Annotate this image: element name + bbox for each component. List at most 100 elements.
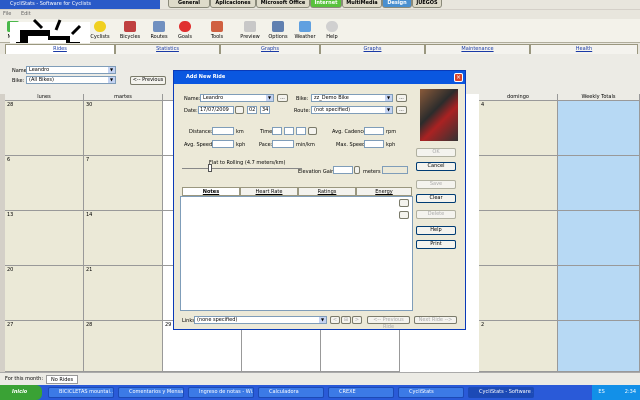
add-ride-dialog: Add New Ride × Name: Leandro ▼ ... Bike: …	[173, 70, 466, 330]
language-indicator[interactable]: ES	[598, 389, 604, 395]
terrain-slider[interactable]	[182, 168, 302, 169]
weekly-total-cell[interactable]	[558, 156, 640, 211]
day-cell[interactable]: 2	[479, 321, 558, 372]
bicycles-button[interactable]: Bicycles	[119, 21, 141, 40]
taskbar-item[interactable]: CycliStats	[398, 387, 464, 398]
tab-statistics[interactable]: Statistics	[115, 44, 220, 54]
avg-cadence-field[interactable]	[364, 127, 384, 135]
notes-list-icon[interactable]	[399, 211, 409, 219]
weekly-total-cell[interactable]	[558, 321, 640, 372]
day-cell[interactable]: 13	[5, 211, 84, 266]
previous-month-button[interactable]: <-- Previous	[130, 76, 166, 85]
taskbar-item[interactable]: CycliStats - Software ...	[468, 387, 534, 398]
quick-tab-microsoft-office[interactable]: Microsoft Office	[256, 0, 310, 8]
day-cell[interactable]	[479, 211, 558, 266]
bike-select[interactable]: (All Bikes) ▼	[26, 76, 116, 84]
dialog-help-button[interactable]: Help	[416, 226, 456, 235]
weekly-total-cell[interactable]	[558, 266, 640, 321]
delete-button[interactable]: Delete	[416, 210, 456, 219]
tab-heart-rate[interactable]: Heart Rate	[240, 187, 298, 196]
preview-button[interactable]: Preview	[238, 21, 262, 40]
help-button[interactable]: Help	[323, 21, 341, 40]
tab-rides[interactable]: Rides	[5, 44, 115, 54]
quick-tab-juegos[interactable]: JUEGOS	[412, 0, 442, 8]
ok-button[interactable]: OK	[416, 148, 456, 157]
tab-graphs[interactable]: Graphs	[220, 44, 320, 54]
day-cell[interactable]: 27	[5, 321, 84, 372]
tools-button[interactable]: Tools	[207, 21, 227, 40]
time-minutes-field[interactable]	[284, 127, 294, 135]
taskbar-item[interactable]: Calculadora	[258, 387, 324, 398]
ride-name-select[interactable]: Leandro ▼	[200, 94, 274, 102]
goals-button[interactable]: Goals	[175, 21, 195, 40]
link-open-icon[interactable]: ⊞	[341, 316, 351, 324]
previous-ride-button[interactable]: <-- Previous Ride	[367, 316, 410, 330]
minute-field[interactable]: 34	[260, 106, 270, 114]
day-cell[interactable]: 14	[84, 211, 163, 266]
time-seconds-field[interactable]	[296, 127, 306, 135]
quick-tab-multimedia[interactable]: MultiMedia	[342, 0, 382, 8]
day-cell[interactable]	[479, 156, 558, 211]
weekly-total-cell[interactable]	[558, 211, 640, 266]
quick-tab-design[interactable]: Design	[382, 0, 412, 8]
tab-ratings[interactable]: Ratings	[298, 187, 356, 196]
day-cell[interactable]: 20	[5, 266, 84, 321]
tab-energy[interactable]: Energy	[356, 187, 412, 196]
name-browse-button[interactable]: ...	[277, 94, 288, 102]
day-cell[interactable]: 21	[84, 266, 163, 321]
date-field[interactable]: 17/07/2009	[198, 106, 234, 114]
save-button[interactable]: Save	[416, 180, 456, 189]
quick-tab-general[interactable]: General	[168, 0, 210, 8]
close-icon[interactable]: ×	[454, 73, 463, 82]
weather-button[interactable]: Weather	[293, 21, 317, 40]
clear-button[interactable]: Clear	[416, 194, 456, 203]
time-hours-field[interactable]	[272, 127, 282, 135]
terrain-slider-thumb[interactable]	[208, 164, 212, 172]
link-next-icon[interactable]: >	[352, 316, 362, 324]
taskbar-item[interactable]: Ingreso de notas - Wi...	[188, 387, 254, 398]
tab-notes[interactable]: Notes	[182, 187, 240, 196]
links-select[interactable]: (none specified) ▼	[194, 316, 327, 324]
quick-tab-aplicaciones[interactable]: Aplicaciones	[210, 0, 256, 8]
distance-field[interactable]	[212, 127, 234, 135]
quick-tab-internet[interactable]: Internet	[310, 0, 342, 8]
day-cell[interactable]: 28	[5, 101, 84, 156]
route-select[interactable]: (not specified) ▼	[311, 106, 393, 114]
taskbar-item[interactable]: CREXE	[328, 387, 394, 398]
tab-maintenance[interactable]: Maintenance	[425, 44, 530, 54]
day-cell[interactable]	[479, 266, 558, 321]
notes-format-icon[interactable]	[399, 199, 409, 207]
start-button[interactable]: Inicio	[0, 385, 42, 400]
print-button[interactable]: Print	[416, 240, 456, 249]
bike-browse-button[interactable]: ...	[396, 94, 407, 102]
max-speed-field[interactable]	[364, 140, 384, 148]
avg-speed-field[interactable]	[212, 140, 234, 148]
elevation-spinner[interactable]	[354, 166, 360, 174]
day-cell[interactable]: 4	[479, 101, 558, 156]
ride-bike-select[interactable]: zz_Demo Bike ▼	[311, 94, 393, 102]
taskbar-item[interactable]: BICICLETAS mountai...	[48, 387, 114, 398]
day-cell[interactable]: 6	[5, 156, 84, 211]
pace-field[interactable]	[272, 140, 294, 148]
system-tray: ES 2:34	[592, 385, 640, 400]
cancel-button[interactable]: Cancel	[416, 162, 456, 171]
routes-button[interactable]: Routes	[149, 21, 169, 40]
calendar-icon[interactable]	[235, 106, 244, 114]
weekly-total-cell[interactable]	[558, 101, 640, 156]
elevation-field[interactable]	[333, 166, 353, 174]
taskbar-item[interactable]: Comentarios y Mensa...	[118, 387, 184, 398]
notes-textarea[interactable]	[180, 196, 413, 311]
elevation-readonly-field	[382, 166, 408, 174]
name-select[interactable]: Leandro ▼	[26, 66, 116, 74]
options-button[interactable]: Options	[266, 21, 290, 40]
route-browse-button[interactable]: ...	[396, 106, 407, 114]
day-cell[interactable]: 28	[84, 321, 163, 372]
day-cell[interactable]: 7	[84, 156, 163, 211]
link-prev-icon[interactable]: <	[330, 316, 340, 324]
day-cell[interactable]: 30	[84, 101, 163, 156]
tab-health[interactable]: Health	[530, 44, 638, 54]
time-picker-icon[interactable]	[308, 127, 317, 135]
hour-field[interactable]: 02	[247, 106, 257, 114]
next-ride-button[interactable]: Next Ride -->	[414, 316, 457, 324]
tab-graphs-2[interactable]: Graphs	[320, 44, 425, 54]
